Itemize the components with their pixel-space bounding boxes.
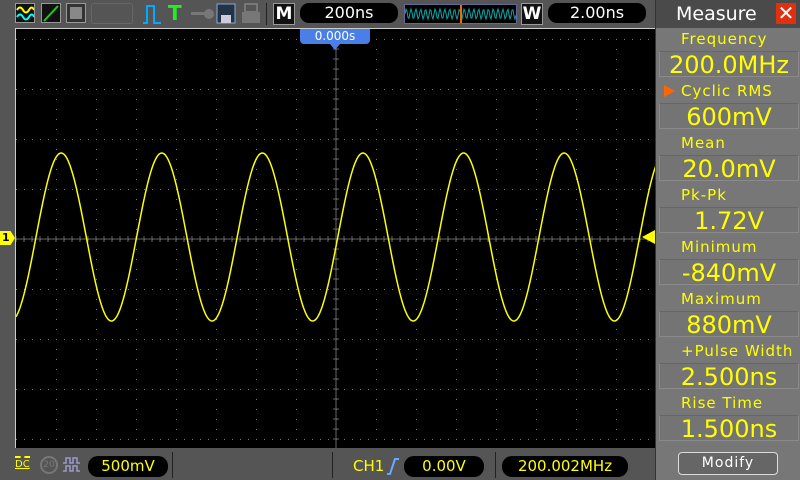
measure-value: 1.72V	[659, 207, 799, 234]
trigger-t-icon: T	[168, 1, 182, 25]
cursor-line-icon[interactable]	[41, 3, 61, 23]
window-w-button[interactable]: W	[521, 3, 543, 25]
rising-edge-icon	[387, 458, 399, 475]
bw-limit-icon[interactable]: 20	[40, 456, 58, 474]
coupling-dc-icon[interactable]: DC	[15, 456, 30, 470]
modify-button[interactable]: Modify	[678, 452, 778, 475]
pulse-trigger-icon	[143, 5, 161, 24]
measure-value: 600mV	[659, 103, 799, 130]
measure-value: -840mV	[659, 259, 799, 286]
print-icon[interactable]	[241, 3, 261, 24]
top-toolbar: T M 200ns W 2.00ns	[0, 0, 655, 28]
channel-waves-icon[interactable]	[15, 3, 35, 23]
selected-arrow-icon	[664, 85, 675, 97]
measure-label[interactable]: Mean	[681, 134, 726, 152]
measure-value: 200.0MHz	[659, 51, 799, 78]
waveform-overview[interactable]	[404, 4, 517, 24]
close-icon[interactable]: ✕	[776, 3, 796, 24]
trigger-position-arrow	[330, 44, 340, 50]
persist-icon[interactable]	[66, 3, 86, 23]
measure-value: 880mV	[659, 311, 799, 338]
key-icon	[191, 9, 214, 19]
measure-value: 2.500ns	[659, 363, 799, 390]
measure-label[interactable]: Frequency	[681, 30, 768, 48]
measure-value: 20.0mV	[659, 155, 799, 182]
measure-value: 1.500ns	[659, 415, 799, 442]
measure-label[interactable]: +Pulse Width	[681, 342, 793, 360]
trigger-level-readout[interactable]: 0.00V	[404, 456, 484, 477]
pulse-invert-icon	[63, 457, 80, 472]
measure-label[interactable]: Cyclic RMS	[681, 82, 773, 100]
trigger-frequency-readout: 200.002MHz	[502, 456, 628, 477]
measure-label[interactable]: Pk-Pk	[681, 186, 727, 204]
trigger-level-marker[interactable]	[642, 230, 655, 244]
measure-label[interactable]: Minimum	[681, 238, 758, 256]
waveform-display[interactable]	[15, 28, 657, 449]
trigger-source[interactable]: CH1	[353, 457, 384, 475]
measure-panel: Measure ✕ Frequency 200.0MHz Cyclic RMS 600…	[655, 0, 800, 480]
menu-m-button[interactable]: M	[273, 3, 295, 25]
save-icon[interactable]	[216, 3, 236, 24]
timebase-readout[interactable]: 200ns	[300, 3, 398, 23]
ch1-scale-readout[interactable]: 500mV	[88, 456, 168, 477]
measure-label[interactable]: Rise Time	[681, 394, 763, 412]
ch1-ground-marker[interactable]: 1	[0, 231, 15, 245]
measure-label[interactable]: Maximum	[681, 290, 762, 308]
blank-slot	[91, 3, 133, 24]
window-timebase-readout[interactable]: 2.00ns	[548, 3, 646, 23]
trigger-position-tag[interactable]: 0.000s	[300, 29, 370, 44]
